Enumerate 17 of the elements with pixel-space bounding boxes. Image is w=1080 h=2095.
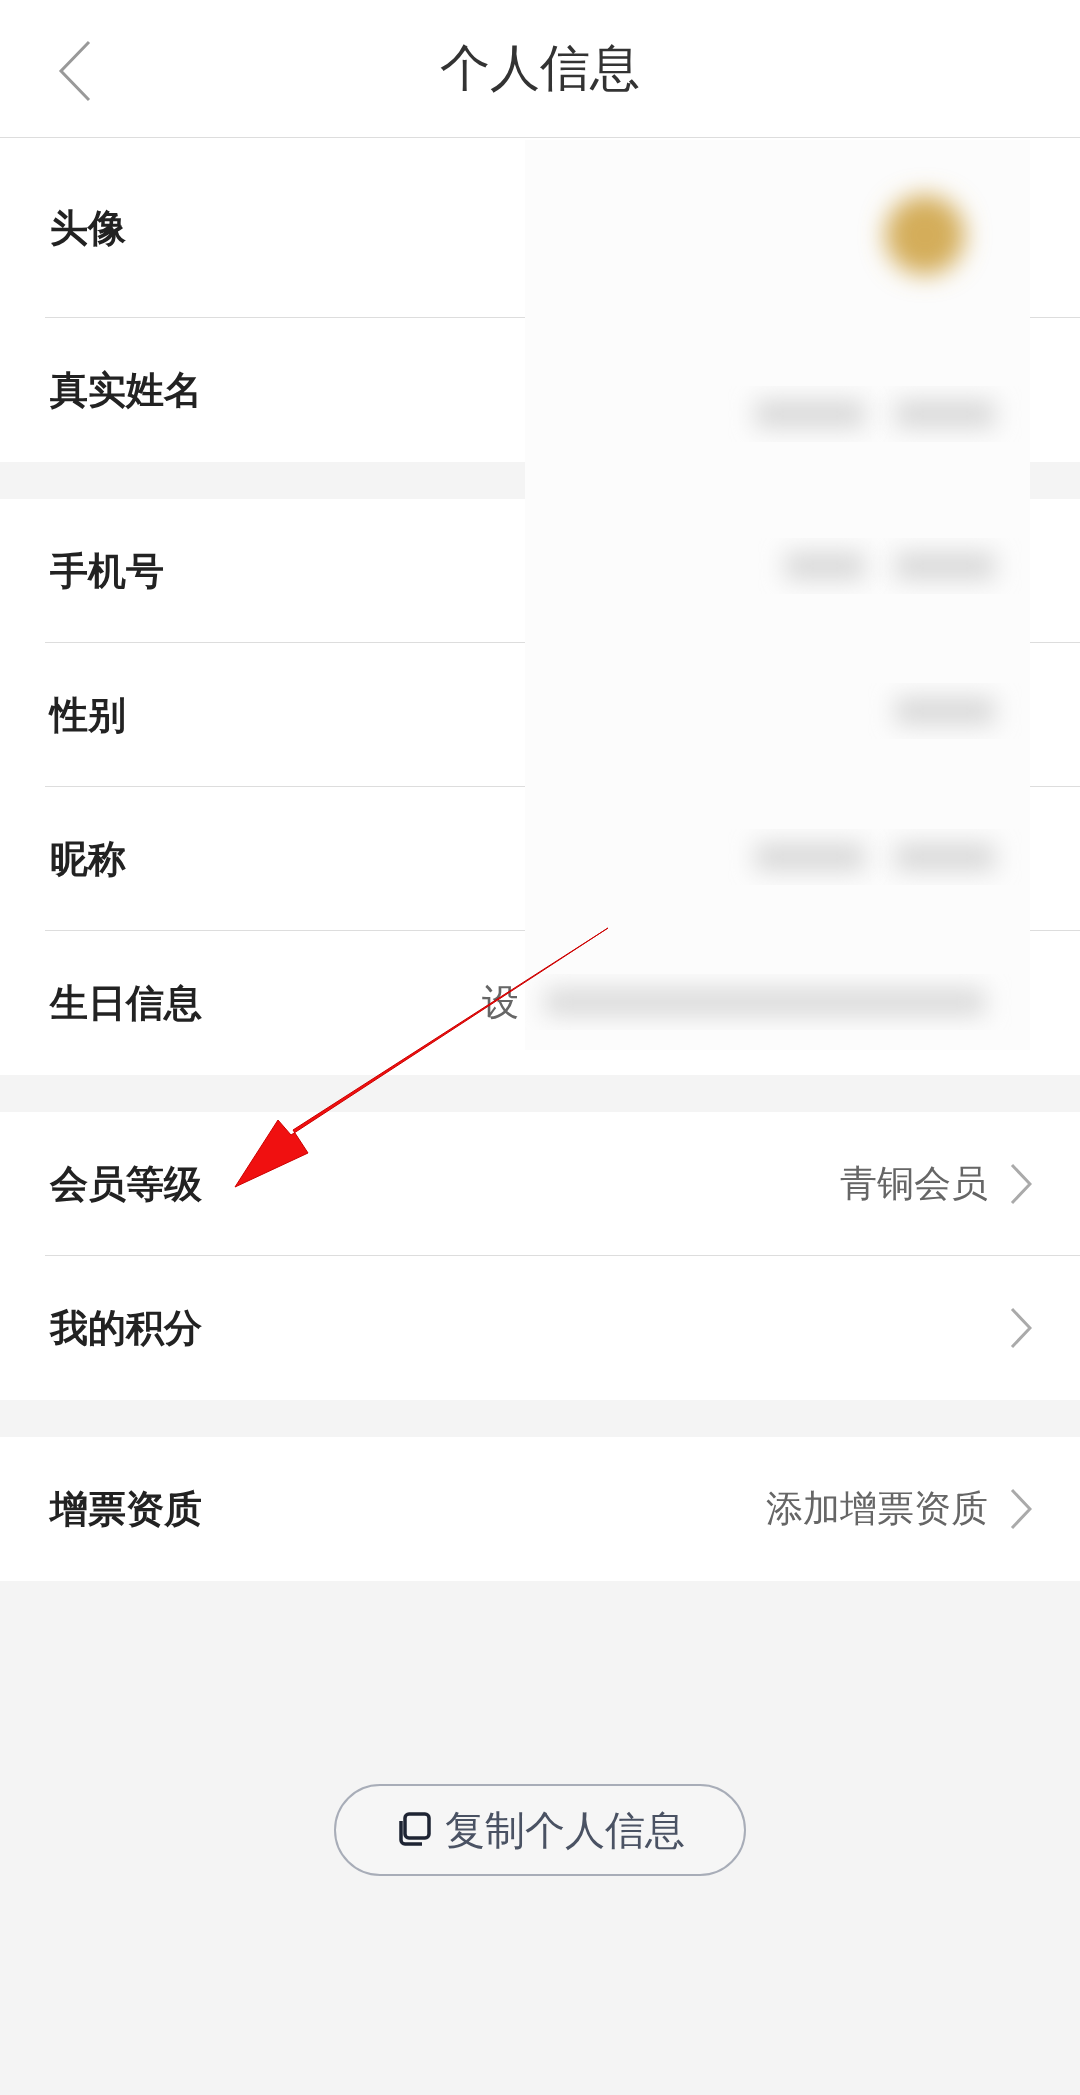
row-label: 增票资质	[50, 1485, 202, 1533]
copy-info-button[interactable]: 复制个人信息	[334, 1784, 746, 1876]
settings-row[interactable]: 会员等级 青铜会员	[0, 1112, 1080, 1256]
back-icon[interactable]	[58, 40, 92, 102]
row-label: 昵称	[50, 835, 126, 883]
row-value: 青铜会员	[840, 1161, 988, 1207]
settings-row[interactable]: 增票资质 添加增票资质	[0, 1437, 1080, 1581]
row-label: 真实姓名	[50, 366, 202, 414]
row-label: 头像	[50, 204, 126, 252]
row-label: 会员等级	[50, 1160, 202, 1208]
row-label: 手机号	[50, 547, 164, 595]
row-value: 添加增票资质	[766, 1486, 988, 1532]
row-label: 生日信息	[50, 979, 202, 1027]
row-label: 性别	[50, 691, 126, 739]
page-title: 个人信息	[440, 38, 640, 99]
settings-row[interactable]: 我的积分	[0, 1256, 1080, 1400]
row-label: 我的积分	[50, 1304, 202, 1352]
